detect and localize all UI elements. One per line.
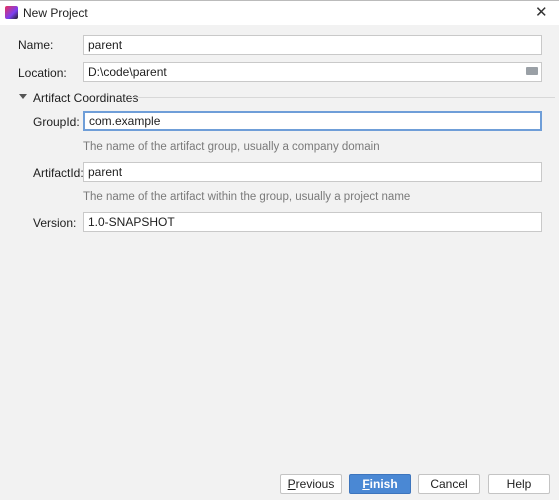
version-input[interactable]: 1.0-SNAPSHOT xyxy=(83,212,542,232)
artifactid-input[interactable]: parent xyxy=(83,162,542,182)
title-bar: New Project ✕ xyxy=(0,0,559,25)
mnemonic: F xyxy=(362,477,370,491)
label: revious xyxy=(295,477,335,491)
close-icon[interactable]: ✕ xyxy=(535,3,548,21)
location-input[interactable]: D:\code\parent xyxy=(83,62,542,82)
location-label: Location: xyxy=(18,66,67,80)
app-logo-icon xyxy=(5,6,18,19)
name-label: Name: xyxy=(18,38,54,52)
section-divider xyxy=(130,97,555,98)
folder-icon[interactable] xyxy=(526,67,538,75)
previous-button[interactable]: Previous xyxy=(280,474,342,494)
help-button[interactable]: Help xyxy=(488,474,550,494)
mnemonic: P xyxy=(287,477,296,491)
section-artifact-coordinates[interactable]: Artifact Coordinates xyxy=(33,91,138,105)
artifactid-hint: The name of the artifact within the grou… xyxy=(83,191,411,203)
groupid-label: GroupId: xyxy=(33,115,80,129)
cancel-button[interactable]: Cancel xyxy=(418,474,480,494)
version-label: Version: xyxy=(33,216,77,230)
collapse-triangle-icon[interactable] xyxy=(19,94,27,99)
artifactid-label: ArtifactId: xyxy=(33,166,84,180)
name-input[interactable]: parent xyxy=(83,35,542,55)
location-value: D:\code\parent xyxy=(88,65,167,79)
window-title: New Project xyxy=(23,6,88,20)
groupid-input[interactable]: com.example xyxy=(83,111,542,131)
finish-button[interactable]: Finish xyxy=(349,474,411,494)
label: inish xyxy=(369,477,398,491)
groupid-hint: The name of the artifact group, usually … xyxy=(83,141,380,153)
